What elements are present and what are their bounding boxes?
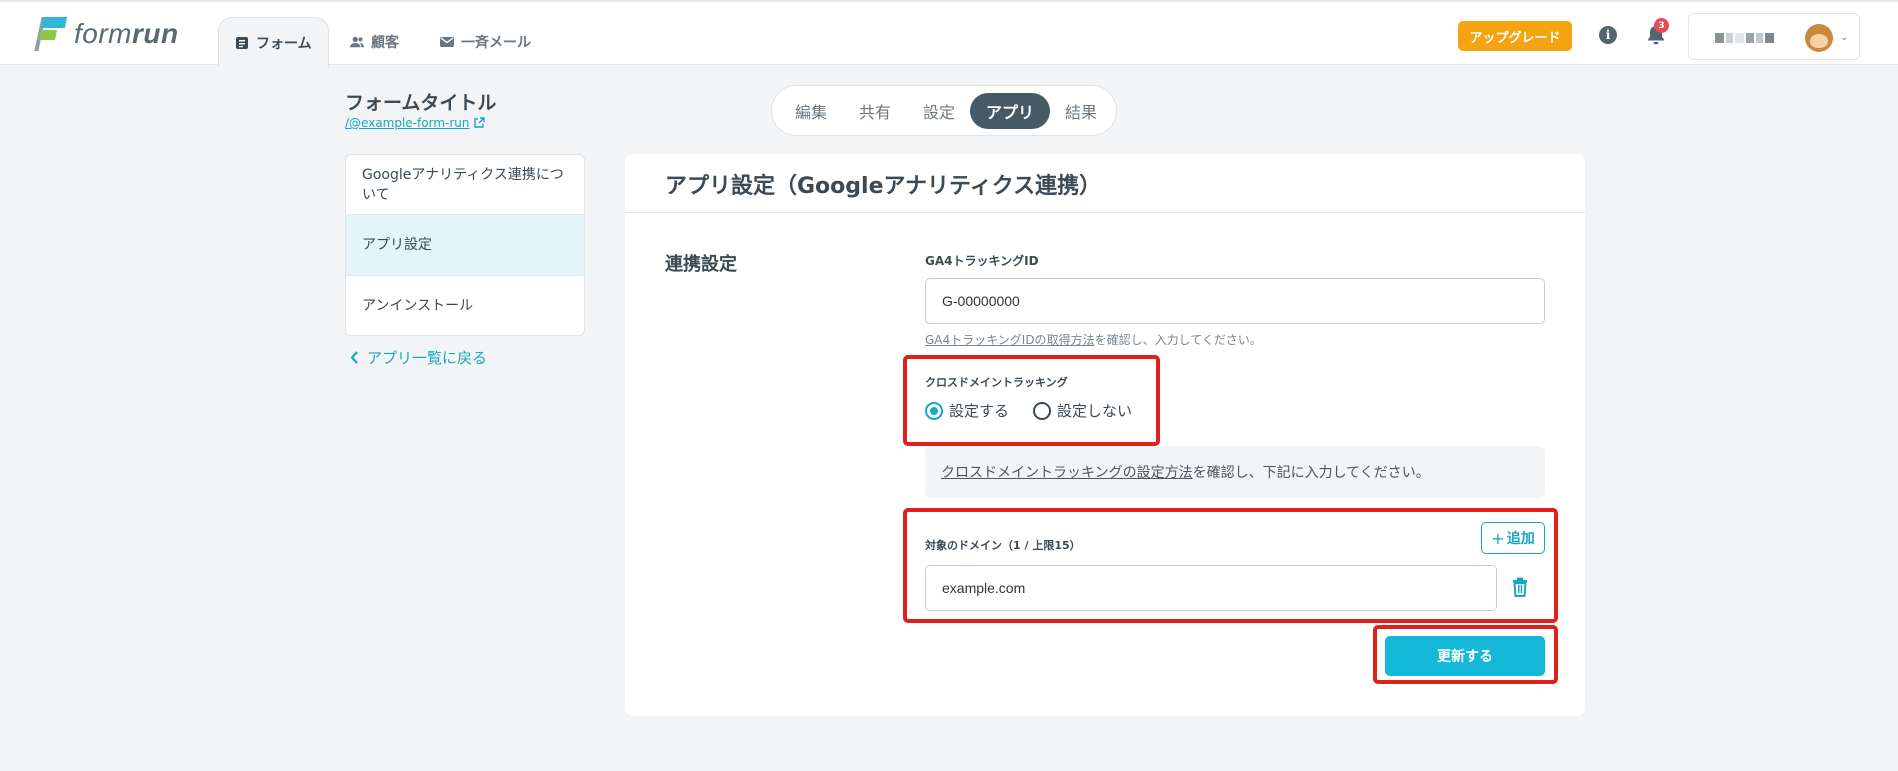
back-to-apps-link[interactable]: アプリ一覧に戻る xyxy=(350,347,487,368)
logo-text: formrun xyxy=(74,18,179,49)
divider xyxy=(625,212,1585,213)
sidebar-item-label: アンインストール xyxy=(362,298,474,314)
top-header: formrun フォーム 顧客 一斉メール アップグレード i 3 ⌄ xyxy=(0,0,1898,67)
back-link-label: アプリ一覧に戻る xyxy=(367,349,488,367)
upgrade-button[interactable]: アップグレード xyxy=(1458,21,1572,51)
form-title: フォームタイトル xyxy=(345,92,497,114)
tab-results[interactable]: 結果 xyxy=(1052,93,1110,129)
chevron-left-icon xyxy=(350,351,358,364)
account-menu[interactable]: ⌄ xyxy=(1688,13,1860,60)
nav-tab-label: 顧客 xyxy=(371,34,399,51)
highlight-domains xyxy=(903,508,1558,623)
sidebar-item-label: Googleアナリティクス連携について xyxy=(362,166,564,203)
formrun-logo[interactable]: formrun xyxy=(34,16,179,52)
form-url-link[interactable]: /@example-form-run xyxy=(345,116,486,130)
external-link-icon xyxy=(474,117,486,128)
tab-edit[interactable]: 編集 xyxy=(782,93,840,129)
notification-badge: 3 xyxy=(1654,18,1669,33)
ga4-label: GA4トラッキングID xyxy=(925,254,1039,268)
sidebar-item-uninstall[interactable]: アンインストール xyxy=(346,276,584,335)
tab-share[interactable]: 共有 xyxy=(846,93,904,129)
chevron-down-icon: ⌄ xyxy=(1840,32,1849,43)
ga4-tracking-id-input[interactable]: G-00000000 xyxy=(925,278,1545,324)
sidebar-item-app-settings[interactable]: アプリ設定 xyxy=(346,215,584,276)
sidebar-item-label: アプリ設定 xyxy=(362,237,432,253)
nav-tab-bulk-mail[interactable]: 一斉メール xyxy=(424,16,547,67)
highlight-submit xyxy=(1373,625,1558,684)
nav-tab-customers[interactable]: 顧客 xyxy=(334,16,415,67)
formrun-logo-icon xyxy=(34,17,68,51)
nav-tab-forms[interactable]: フォーム xyxy=(218,17,329,67)
nav-tab-label: フォーム xyxy=(256,35,312,52)
tab-apps[interactable]: アプリ xyxy=(970,93,1050,129)
form-icon xyxy=(236,36,248,49)
sidebar-item-about[interactable]: Googleアナリティクス連携について xyxy=(346,155,584,215)
users-icon xyxy=(350,36,364,47)
cross-domain-note: クロスドメイントラッキングの設定方法 を確認し、下記に入力してください。 xyxy=(925,446,1545,498)
form-url-text: /@example-form-run xyxy=(345,116,470,130)
app-side-menu: Googleアナリティクス連携について アプリ設定 アンインストール xyxy=(345,154,585,336)
nav-tab-label: 一斉メール xyxy=(461,34,531,51)
avatar xyxy=(1805,24,1833,52)
ga4-help-link[interactable]: GA4トラッキングIDの取得方法 xyxy=(925,333,1095,347)
cross-domain-help-link[interactable]: クロスドメイントラッキングの設定方法 xyxy=(941,462,1193,482)
page-title: アプリ設定（Googleアナリティクス連携） xyxy=(665,174,1102,199)
mail-icon xyxy=(440,36,454,47)
ga4-hint: GA4トラッキングIDの取得方法を確認し、入力してください。 xyxy=(925,333,1262,347)
tab-settings[interactable]: 設定 xyxy=(910,93,968,129)
form-tabs: 編集 共有 設定 アプリ 結果 xyxy=(771,85,1117,136)
account-name-redacted xyxy=(1715,33,1774,43)
highlight-cross-domain xyxy=(903,355,1160,446)
info-icon[interactable]: i xyxy=(1599,26,1617,44)
section-label: 連携設定 xyxy=(665,254,737,275)
